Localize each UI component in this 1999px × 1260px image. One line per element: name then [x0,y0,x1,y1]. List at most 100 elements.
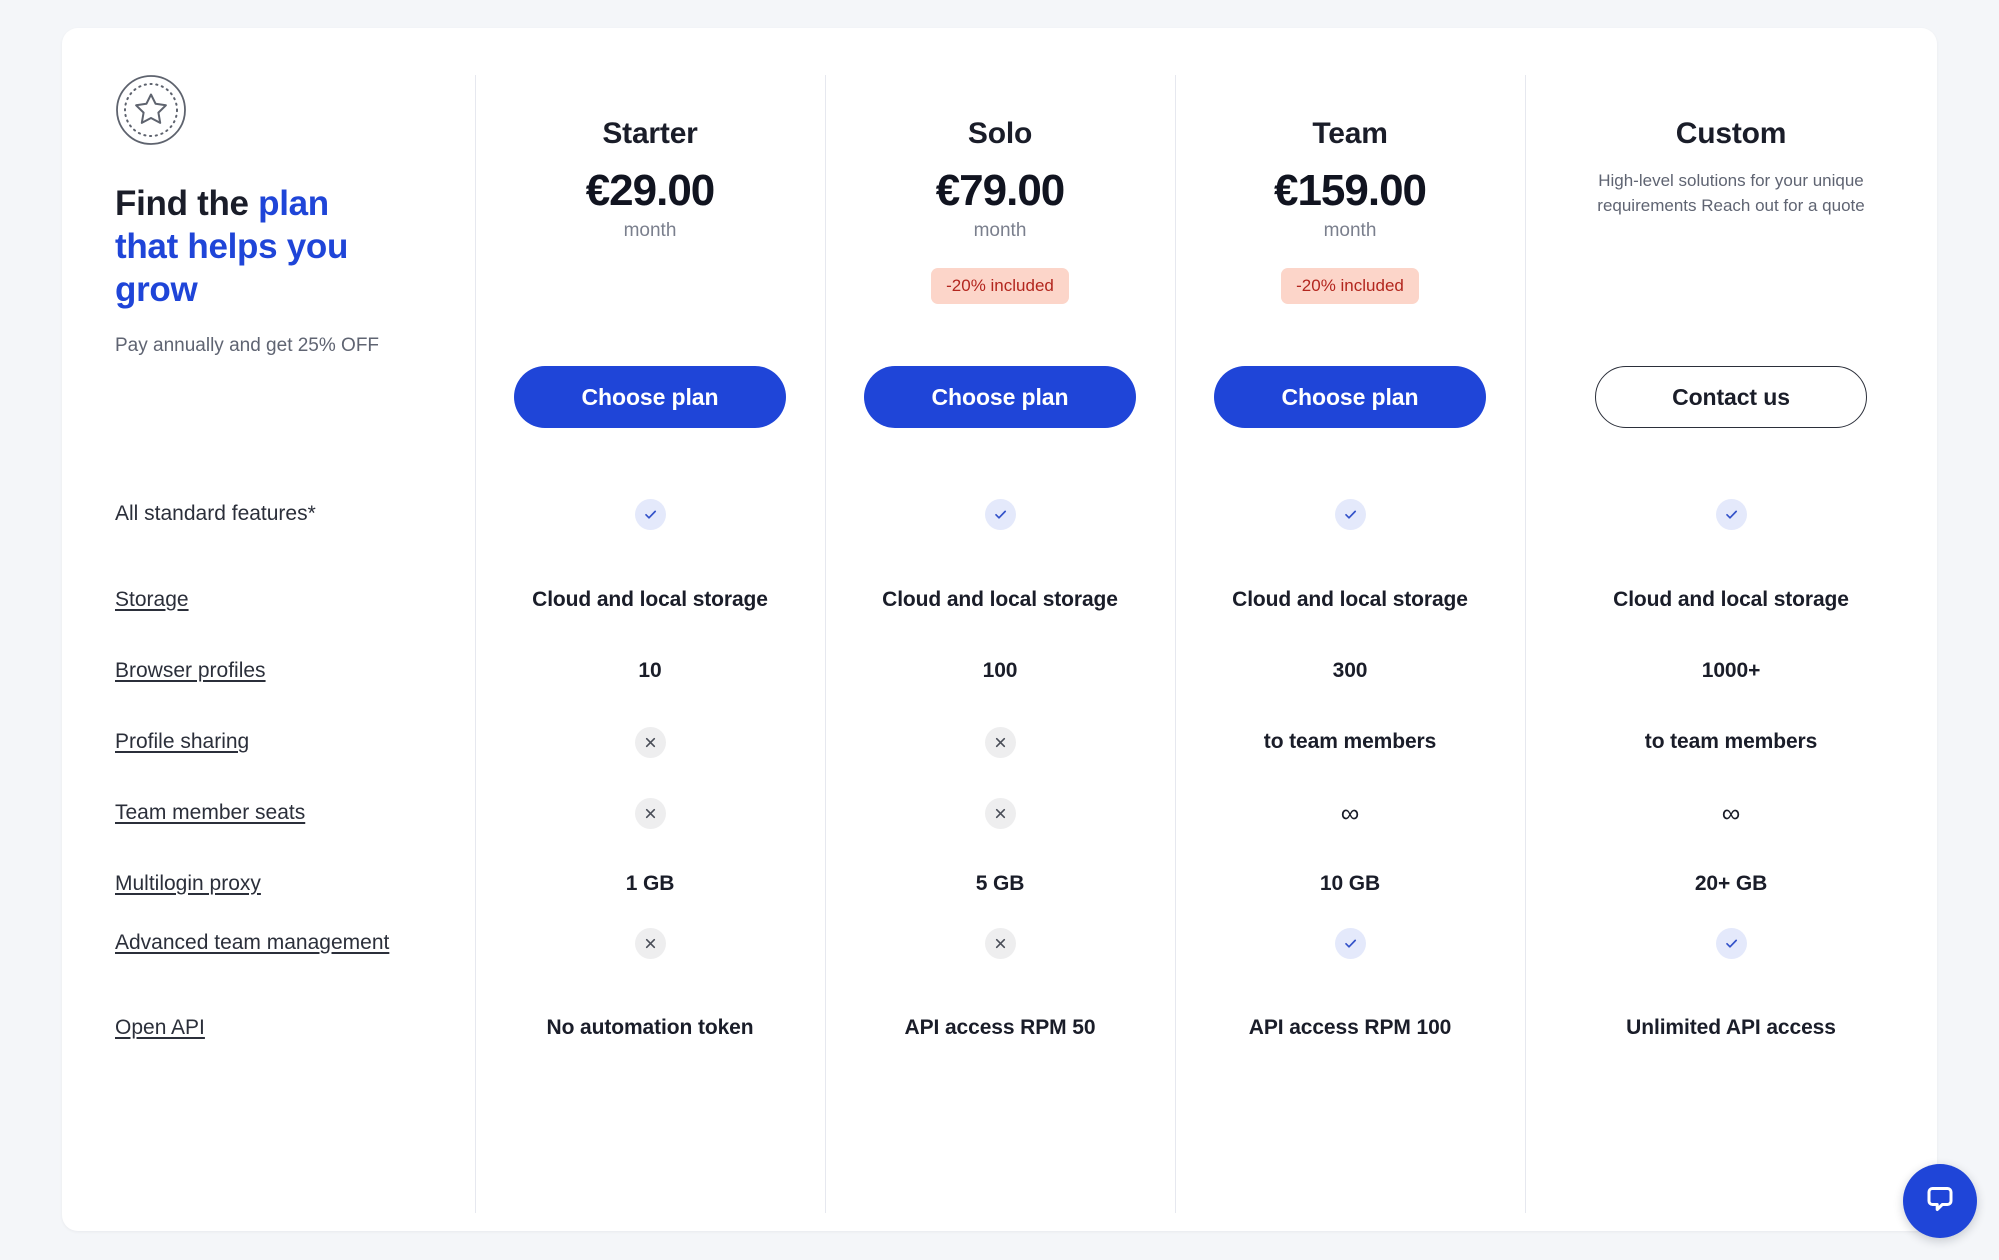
feature-value: Cloud and local storage [1613,588,1849,611]
feature-value-cell: 5 GB [825,864,1175,904]
feature-value-cell: 1 GB [475,864,825,904]
feature-label-cell: Browser profiles [62,651,475,691]
feature-value-cell: API access RPM 100 [1175,1008,1525,1048]
page-title: Find the plan that helps you grow [115,182,383,311]
feature-value-cell: Cloud and local storage [825,580,1175,620]
feature-value: Cloud and local storage [532,588,768,611]
feature-row: Profile sharing to team members to team me… [62,708,1937,779]
feature-label-browser-profiles[interactable]: Browser profiles [115,656,266,686]
feature-value-cell: Cloud and local storage [475,580,825,620]
plan-price: €159.00 [1273,166,1427,215]
plan-period: month [623,220,677,241]
plan-price: €79.00 [935,166,1066,215]
cta-wrap-solo: Choose plan [825,366,1175,428]
feature-label-open-api[interactable]: Open API [115,1013,205,1043]
feature-value: 10 GB [1319,872,1381,895]
plan-header-starter: Starter €29.00 month [475,28,825,244]
cross-icon [634,726,666,758]
feature-value: 300 [1332,659,1368,682]
feature-label-all-standard-features: All standard features* [115,502,316,525]
feature-row: Storage Cloud and local storage Cloud and … [62,566,1937,637]
feature-label-cell: All standard features* [62,494,475,534]
feature-value: 100 [982,659,1018,682]
feature-value: No automation token [546,1016,754,1039]
cross-icon [984,797,1016,829]
feature-value-cell: API access RPM 50 [825,1008,1175,1048]
intro-block: Find the plan that helps you grow Pay an… [62,28,475,359]
feature-value-cell: 10 [475,651,825,691]
cta-wrap-team: Choose plan [1175,366,1525,428]
feature-value-cell [475,494,825,534]
title-plain: Find the [115,184,259,223]
feature-value-cell [825,923,1175,963]
plan-name: Team [1312,117,1388,150]
annual-discount-note: Pay annually and get 25% OFF [115,335,380,356]
feature-row: Browser profiles 10 100 300 1000+ [62,637,1937,708]
plan-name: Custom [1675,117,1787,150]
feature-label-cell: Advanced team management [62,923,475,963]
choose-plan-button-starter[interactable]: Choose plan [514,366,786,428]
feature-value: API access RPM 50 [904,1016,1096,1039]
feature-label-team-member-seats[interactable]: Team member seats [115,798,305,828]
plan-header-custom: Custom High-level solutions for your uni… [1525,28,1937,218]
feature-label-profile-sharing[interactable]: Profile sharing [115,727,249,757]
feature-value-cell: to team members [1525,722,1937,762]
feature-value: Cloud and local storage [882,588,1118,611]
feature-value-cell [1525,923,1937,963]
feature-value-cell: Cloud and local storage [1175,580,1525,620]
contact-us-button[interactable]: Contact us [1595,366,1867,428]
cross-icon [984,927,1016,959]
cross-icon [984,726,1016,758]
feature-value-cell: to team members [1175,722,1525,762]
cross-icon [634,927,666,959]
feature-row: Advanced team management [62,909,1937,994]
feature-value-cell: 10 GB [1175,864,1525,904]
feature-value: 5 GB [975,872,1025,895]
feature-comparison-table: All standard features* Storage Cloud and l… [62,494,1937,1052]
plan-header-solo: Solo €79.00 month -20% included [825,28,1175,304]
discount-badge: -20% included [1281,268,1419,304]
feature-label-cell: Open API [62,1008,475,1048]
feature-value-cell: 1000+ [1525,651,1937,691]
plan-name: Solo [967,117,1033,150]
chat-widget-button[interactable] [1903,1164,1977,1238]
check-icon [1715,927,1747,959]
feature-row: Team member seats ∞ ∞ [62,779,1937,850]
feature-value: API access RPM 100 [1248,1016,1452,1039]
feature-value-cell [825,793,1175,833]
feature-value-cell [1175,494,1525,534]
feature-value-cell [1175,923,1525,963]
feature-value: 1 GB [625,872,675,895]
plan-header-team: Team €159.00 month -20% included [1175,28,1525,304]
feature-value-cell [475,793,825,833]
feature-label-storage[interactable]: Storage [115,585,189,615]
cta-wrap-custom: Contact us [1525,366,1937,428]
feature-value: 10 [638,659,662,682]
feature-value: to team members [1263,730,1437,753]
feature-label-cell: Multilogin proxy [62,864,475,904]
feature-value-cell [1525,494,1937,534]
feature-value-cell [825,722,1175,762]
plan-period: month [973,220,1027,241]
plan-name: Starter [602,117,698,150]
cta-wrap-starter: Choose plan [475,366,825,428]
feature-value: ∞ [1340,798,1360,828]
feature-value: ∞ [1721,798,1741,828]
chat-bubble-icon [1922,1181,1958,1222]
feature-label-multilogin-proxy[interactable]: Multilogin proxy [115,869,261,899]
check-icon [1715,498,1747,530]
feature-value-cell: ∞ [1175,793,1525,833]
feature-row: Multilogin proxy 1 GB 5 GB 10 GB 20+ GB [62,850,1937,909]
feature-label-cell: Profile sharing [62,722,475,762]
feature-label-cell: Storage [62,580,475,620]
star-badge-icon [115,74,187,146]
check-icon [634,498,666,530]
choose-plan-button-solo[interactable]: Choose plan [864,366,1136,428]
feature-label-advanced-team-management[interactable]: Advanced team management [115,928,389,958]
feature-row: Open API No automation token API access RP… [62,994,1937,1052]
feature-value-cell [825,494,1175,534]
feature-value-cell: Cloud and local storage [1525,580,1937,620]
choose-plan-button-team[interactable]: Choose plan [1214,366,1486,428]
cross-icon [634,797,666,829]
check-icon [984,498,1016,530]
